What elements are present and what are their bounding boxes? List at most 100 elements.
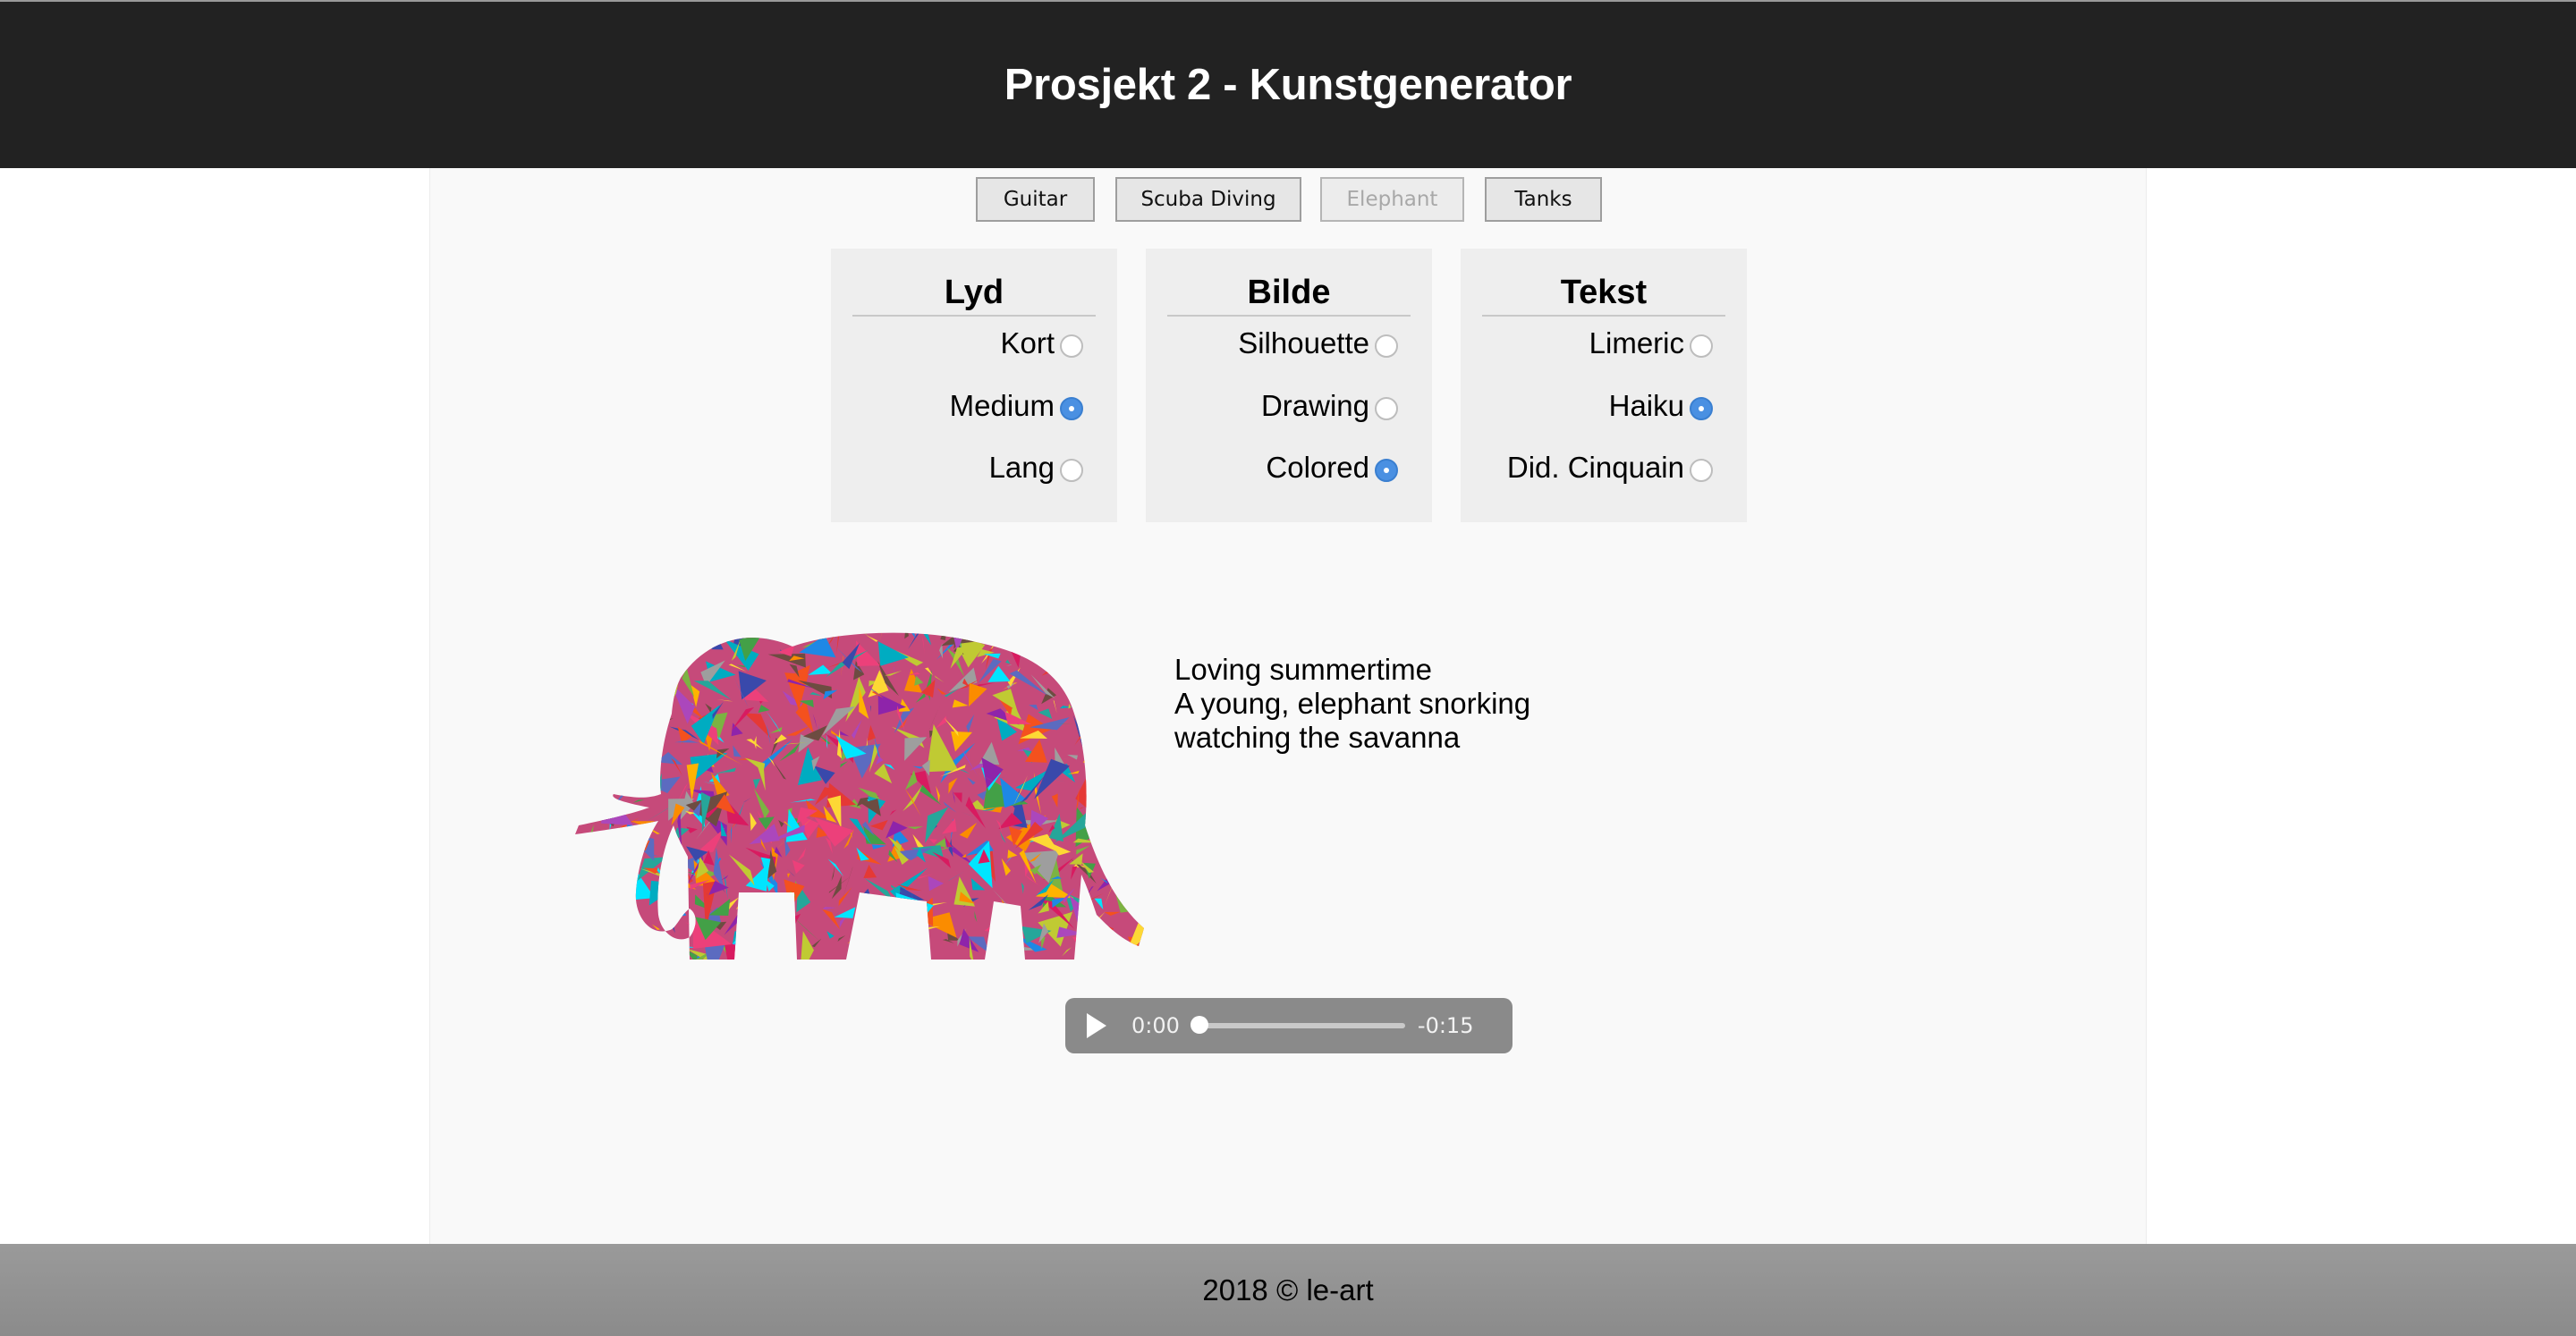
mosaic-shard <box>648 648 662 672</box>
mosaic-shard <box>1116 706 1128 733</box>
mosaic-shard <box>672 624 686 632</box>
mosaic-shard <box>676 632 699 655</box>
radio-button-checked[interactable] <box>1690 397 1713 420</box>
mosaic-shard <box>860 958 873 960</box>
mosaic-shard <box>601 849 614 852</box>
mosaic-shard <box>1066 672 1076 695</box>
mosaic-shard <box>593 632 603 643</box>
mosaic-shard <box>999 606 1006 621</box>
mosaic-shard <box>744 916 750 928</box>
option-lyd-kort[interactable]: Kort <box>1000 324 1083 363</box>
radio-button[interactable] <box>1375 397 1398 420</box>
mosaic-shard <box>1124 769 1144 793</box>
seek-bar[interactable] <box>1190 1016 1405 1034</box>
mosaic-shard <box>606 680 614 698</box>
mosaic-shard <box>854 923 875 929</box>
mosaic-shard <box>1084 735 1093 741</box>
mosaic-shard <box>697 632 734 634</box>
mosaic-shard <box>741 898 749 921</box>
mosaic-shard <box>639 923 650 942</box>
mosaic-shard <box>586 848 627 884</box>
mosaic-shard <box>1116 734 1144 778</box>
mosaic-shard <box>961 615 967 621</box>
radio-button[interactable] <box>1690 334 1713 358</box>
mosaic-shard <box>1123 849 1144 890</box>
mosaic-shard <box>812 619 818 628</box>
mosaic-shard <box>1126 813 1144 837</box>
mosaic-shard <box>717 960 735 964</box>
mosaic-shard <box>632 762 657 790</box>
mosaic-shard <box>951 632 958 638</box>
mosaic-shard <box>785 630 800 633</box>
current-time: 0:00 <box>1131 1013 1180 1038</box>
mosaic-shard <box>1103 606 1113 622</box>
mosaic-shard <box>1078 914 1083 936</box>
remaining-time: -0:15 <box>1417 1013 1474 1038</box>
mosaic-shard <box>1118 715 1131 722</box>
radio-button[interactable] <box>1060 334 1083 358</box>
option-label: Drawing <box>1260 389 1369 422</box>
mosaic-shard <box>654 716 664 723</box>
mosaic-shard <box>1125 799 1130 812</box>
mosaic-shard <box>580 606 596 612</box>
mosaic-shard <box>575 689 589 708</box>
mosaic-shard <box>1010 632 1039 640</box>
site-header: Prosjekt 2 - Kunstgenerator <box>0 2 2576 168</box>
mosaic-shard <box>1083 689 1101 701</box>
option-tekst-cinquain[interactable]: Did. Cinquain <box>1507 448 1713 487</box>
option-bilde-drawing[interactable]: Drawing <box>1261 386 1398 426</box>
radio-button[interactable] <box>1375 334 1398 358</box>
mosaic-shard <box>611 672 631 690</box>
panel-tekst: Tekst Limeric Haiku Did. Cinquain <box>1461 249 1747 522</box>
radio-button-checked[interactable] <box>1375 459 1398 482</box>
mosaic-shard <box>1094 716 1131 750</box>
mosaic-shard <box>626 670 669 679</box>
mosaic-shard <box>740 920 748 933</box>
mosaic-shard <box>904 632 909 639</box>
radio-button-checked[interactable] <box>1060 397 1083 420</box>
radio-button[interactable] <box>1690 459 1713 482</box>
mosaic-shard <box>652 705 662 739</box>
mosaic-shard <box>753 632 772 637</box>
seek-handle[interactable] <box>1190 1016 1208 1034</box>
option-bilde-silhouette[interactable]: Silhouette <box>1238 324 1398 363</box>
play-icon[interactable] <box>1087 1013 1106 1038</box>
option-lyd-medium[interactable]: Medium <box>950 386 1083 426</box>
tab-tanks[interactable]: Tanks <box>1485 177 1602 222</box>
mosaic-shard <box>1113 742 1137 759</box>
mosaic-shard <box>1097 947 1118 960</box>
mosaic-shard <box>620 940 626 950</box>
mosaic-shard <box>632 700 640 712</box>
mosaic-shard <box>575 632 577 644</box>
mosaic-shard <box>613 697 633 701</box>
mosaic-shard <box>629 665 651 675</box>
tab-guitar[interactable]: Guitar <box>976 177 1095 222</box>
mosaic-shard <box>1009 642 1025 648</box>
mosaic-shard <box>1128 874 1144 896</box>
mosaic-shard <box>1113 632 1127 640</box>
mosaic-shard <box>663 640 675 658</box>
mosaic-shard <box>1100 643 1135 656</box>
mosaic-shard <box>575 715 587 722</box>
mosaic-shard <box>575 656 598 678</box>
main-content: Guitar Scuba Diving Elephant Tanks Lyd K… <box>429 168 2147 1244</box>
option-bilde-colored[interactable]: Colored <box>1266 448 1398 487</box>
option-tekst-limeric[interactable]: Limeric <box>1589 324 1713 363</box>
mosaic-shard <box>619 750 640 756</box>
radio-button[interactable] <box>1060 459 1083 482</box>
panel-title-lyd: Lyd <box>852 272 1096 317</box>
option-lyd-lang[interactable]: Lang <box>989 448 1083 487</box>
mosaic-shard <box>608 705 636 731</box>
mosaic-shard <box>614 692 623 709</box>
mosaic-shard <box>1121 609 1125 624</box>
mosaic-shard <box>575 639 585 663</box>
mosaic-shard <box>758 926 767 930</box>
mosaic-shard <box>1000 930 1010 950</box>
mosaic-shard <box>1035 620 1053 631</box>
mosaic-shard <box>1087 653 1097 681</box>
option-label: Lang <box>988 451 1055 484</box>
option-label: Medium <box>949 389 1055 422</box>
option-tekst-haiku[interactable]: Haiku <box>1609 386 1713 426</box>
tab-scuba-diving[interactable]: Scuba Diving <box>1115 177 1301 222</box>
panel-lyd: Lyd Kort Medium Lang <box>831 249 1117 522</box>
